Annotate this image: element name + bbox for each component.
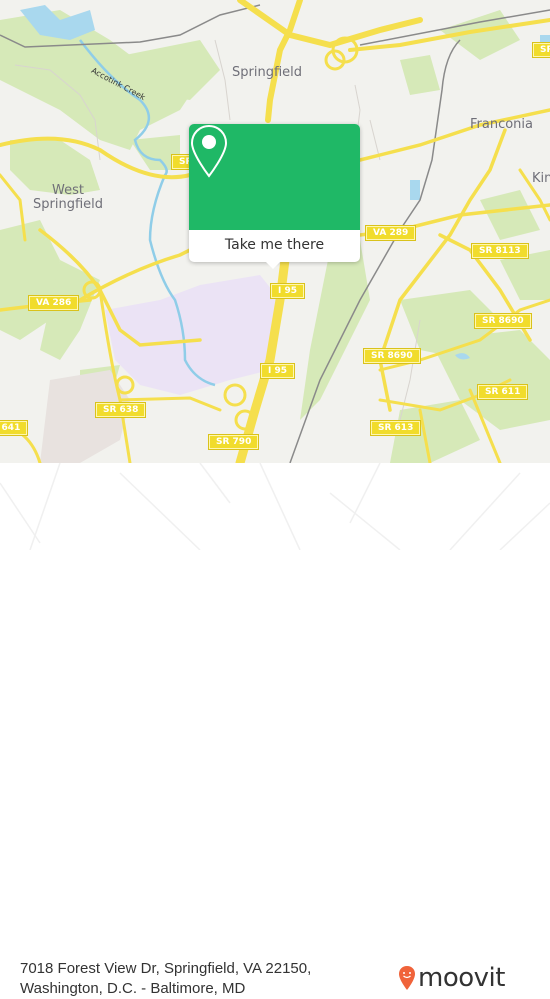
fort-belvoir-area: [105, 275, 280, 395]
moovit-logo: moovit: [398, 963, 505, 993]
place-label-franconia: Franconia: [470, 117, 534, 132]
road-shield: SR 611: [476, 384, 529, 400]
address-text: 7018 Forest View Dr, Springfield, VA 221…: [20, 959, 311, 999]
road-shield: VA 286: [27, 295, 80, 311]
place-label-west-springfield: West Springfield: [33, 183, 104, 212]
address-line-2: Washington, D.C. - Baltimore, MD: [20, 980, 246, 997]
moovit-wordmark: moovit: [418, 963, 505, 993]
road-shield: SR 641: [0, 420, 29, 436]
road-shield: SR 8690: [474, 313, 532, 329]
map[interactable]: Springfield West Springfield Franconia K…: [0, 0, 550, 463]
address-line-1: 7018 Forest View Dr, Springfield, VA 221…: [20, 960, 312, 977]
destination-popup: Take me there: [189, 124, 360, 269]
footer: 7018 Forest View Dr, Springfield, VA 221…: [0, 463, 550, 997]
road-shield: SR 613: [369, 420, 422, 436]
road-shield: I 95: [259, 363, 296, 379]
moovit-pin-icon: [399, 966, 415, 990]
popup-header: [189, 124, 360, 230]
road-shield: SR: [531, 42, 550, 58]
road-shield: SR 8690: [363, 348, 421, 364]
road-shield: SR 790: [207, 434, 260, 450]
place-label-springfield: Springfield: [232, 65, 303, 80]
road-shield: VA 289: [364, 225, 417, 241]
road-shield: I 95: [269, 283, 306, 299]
road-shield: SR 638: [94, 402, 147, 418]
popup-pointer: [265, 261, 281, 269]
road-shield: SR 8113: [471, 243, 529, 259]
take-me-there-button[interactable]: Take me there: [189, 230, 360, 262]
footer-background-pattern: [0, 463, 550, 550]
place-label-kingstowne: Kin: [532, 171, 550, 186]
map-pin-icon: [190, 124, 228, 178]
